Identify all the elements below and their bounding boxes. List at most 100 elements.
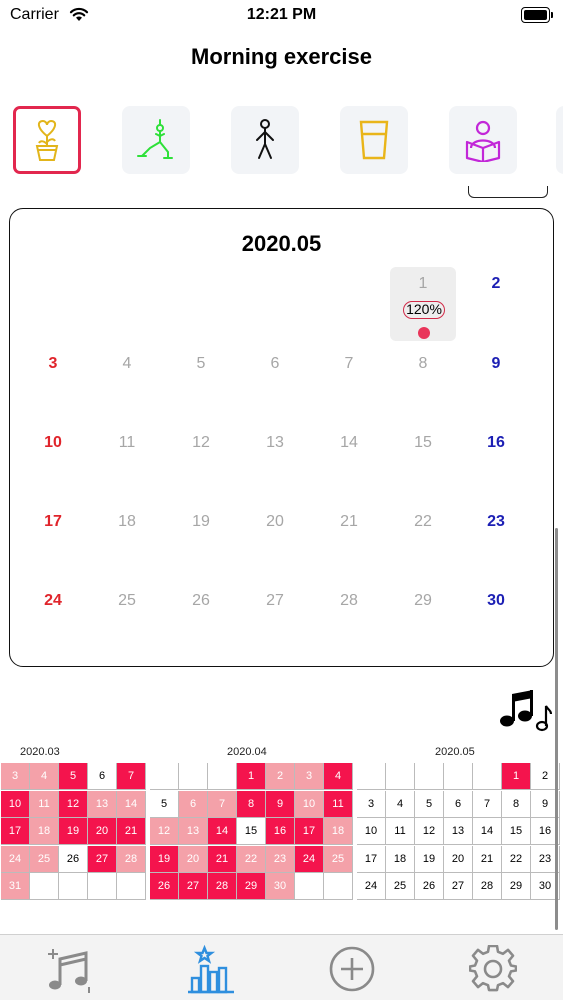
calendar-day-today[interactable]: 1 120% [390,267,456,341]
day-number: 21 [340,513,358,530]
heatmap-cell: 19 [150,845,179,873]
heatmap-cell: 21 [117,818,146,846]
calendar-day[interactable]: 25 [94,584,160,658]
reading-person-icon [465,120,501,162]
calendar-day[interactable]: 18 [94,505,160,579]
calendar-day[interactable]: 12 [168,426,234,500]
music-sparkle-icon [48,949,90,993]
day-number: 19 [192,513,210,530]
water-glass-icon [359,120,389,160]
heatmap-cell: 4 [324,763,353,790]
heatmap-cell: 26 [415,873,444,901]
calendar-day[interactable]: 20 [242,505,308,579]
habit-icon-strip[interactable] [0,106,563,178]
calendar-day[interactable]: 23 [463,505,529,579]
calendar-day[interactable]: 11 [94,426,160,500]
music-notes-icon[interactable] [498,688,552,732]
battery-icon [521,7,553,23]
heatmap-cell: 20 [88,818,117,846]
heatmap-cell: 25 [386,873,415,901]
tab-music[interactable] [42,941,98,997]
heatmap-cell: 7 [117,763,146,790]
calendar-day[interactable]: 22 [390,505,456,579]
heatmap-cell [444,763,473,790]
heatmap-cell: 19 [59,818,88,846]
calendar-day[interactable]: 19 [168,505,234,579]
heatmap-cell: 5 [415,790,444,818]
calendar-month-title: 2020.05 [241,231,322,256]
tab-add[interactable] [324,941,380,997]
status-bar: Carrier 12:21 PM [0,0,563,30]
heatmap-cell: 20 [444,845,473,873]
calendar-day[interactable]: 26 [168,584,234,658]
day-number: 28 [340,592,358,609]
day-number: 2 [491,275,501,292]
calendar-day[interactable]: 3 [20,347,86,421]
calendar-day[interactable]: 4 [94,347,160,421]
heatmap-cell: 5 [150,790,179,818]
heatmap-cell: 1 [502,763,531,790]
calendar-day[interactable]: 14 [316,426,382,500]
calendar-day[interactable]: 30 [463,584,529,658]
month-calendar: 2020.05 1 120% 2 3 4 5 6 7 8 9 10 11 12 13 14 15 16 17 18 1… [9,208,554,667]
heatmap-cell: 17 [357,845,386,873]
calendar-day[interactable]: 5 [168,347,234,421]
heatmap-grid-march: 3 4 5 6 7 10 11 12 13 14 17 18 19 20 21 24 25 26 27 28 31 [1,763,146,901]
habit-tile-walk[interactable] [231,106,299,174]
tab-stats[interactable] [183,941,239,997]
calendar-day[interactable]: 7 [316,347,382,421]
calendar-day[interactable]: 27 [242,584,308,658]
calendar-day[interactable]: 9 [463,347,529,421]
day-number: 22 [414,513,432,530]
heatmap-cell: 28 [208,873,237,901]
completed-dot [418,327,430,339]
heatmap-cell: 8 [502,790,531,818]
heatmap-cell [386,763,415,790]
scrollbar[interactable] [555,528,558,930]
heatmap-cell: 4 [30,763,59,790]
day-number: 14 [340,434,358,451]
calendar-day[interactable]: 2 [463,267,529,341]
stats-chart-icon [188,944,234,994]
heatmap-cell: 28 [473,873,502,901]
habit-tile-reading[interactable] [449,106,517,174]
calendar-day[interactable]: 6 [242,347,308,421]
heatmap-cell: 12 [59,790,88,818]
heatmap-cell: 3 [295,763,324,790]
heatmap-cell: 27 [444,873,473,901]
calendar-day[interactable]: 16 [463,426,529,500]
heatmap-cell: 10 [1,790,30,818]
tab-bar [0,934,563,1000]
calendar-day[interactable]: 8 [390,347,456,421]
habit-tile-yoga[interactable] [122,106,190,174]
day-number: 3 [48,355,58,372]
heatmap-cell: 18 [324,818,353,846]
heatmap-cell: 24 [295,845,324,873]
calendar-day[interactable]: 10 [20,426,86,500]
heatmap-label-march: 2020.03 [20,746,60,758]
heatmap-cell: 25 [324,845,353,873]
heatmap-cell: 22 [237,845,266,873]
heatmap-cell: 23 [266,845,295,873]
calendar-day[interactable]: 21 [316,505,382,579]
calendar-day[interactable]: 15 [390,426,456,500]
heatmap-cell: 18 [386,845,415,873]
heatmap-cell [208,763,237,790]
habit-tile-flower[interactable] [13,106,81,174]
tab-settings[interactable] [465,941,521,997]
habit-tile-more[interactable] [556,106,563,174]
calendar-day[interactable]: 17 [20,505,86,579]
habit-tile-water[interactable] [340,106,408,174]
day-number: 1 [418,275,428,292]
heatmap-cell: 10 [295,790,324,818]
add-circle-icon [329,946,375,992]
calendar-day[interactable]: 24 [20,584,86,658]
calendar-day[interactable]: 29 [390,584,456,658]
calendar-day[interactable]: 13 [242,426,308,500]
heatmap-grid-may: 1 2 3 4 5 6 7 8 9 10 11 12 13 14 15 16 17 18 19 20 21 22 23 24 2… [357,763,560,901]
calendar-day[interactable]: 28 [316,584,382,658]
heatmap-cell: 27 [88,845,117,873]
heatmap-cell: 14 [208,818,237,846]
day-number: 7 [344,355,354,372]
heatmap-cell [117,873,146,901]
